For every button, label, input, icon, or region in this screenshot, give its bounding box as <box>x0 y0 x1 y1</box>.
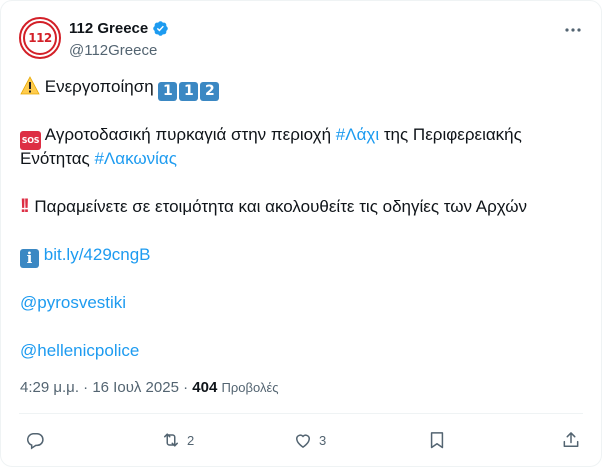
retweet-icon <box>164 433 178 447</box>
reply-icon <box>26 433 44 450</box>
tweet-card: 112 112 Greece @112Greece Ενεργοποίηση 1… <box>0 0 602 467</box>
warning-icon <box>20 76 40 95</box>
tweet-meta: 4:29 μ.μ. · 16 Ιουλ 2025 · 404 Προβολές <box>20 379 279 396</box>
bookmark-icon <box>430 432 444 449</box>
like-button[interactable]: 3 <box>293 430 326 450</box>
reply-button[interactable] <box>25 430 51 450</box>
divider <box>19 413 583 414</box>
keycap-1-icon: 1 <box>158 82 178 101</box>
avatar[interactable]: 112 <box>19 17 61 59</box>
author-name[interactable]: 112 Greece <box>69 20 148 37</box>
author-name-row: 112 Greece <box>69 20 169 37</box>
tweet-date[interactable]: 16 Ιουλ 2025 <box>92 379 179 396</box>
author-handle[interactable]: @112Greece <box>69 42 157 59</box>
more-options-icon[interactable] <box>563 20 583 40</box>
avatar-logo: 112 <box>23 21 57 55</box>
share-icon <box>563 432 579 447</box>
tweet-time[interactable]: 4:29 μ.μ. <box>20 379 79 396</box>
fire-text: Αγροτοδασική πυρκαγιά στην περιοχή <box>44 125 336 144</box>
mention-pyrosvestiki[interactable]: @pyrosvestiki <box>20 293 126 312</box>
heart-icon <box>295 434 311 448</box>
views-count: 404 <box>192 379 218 396</box>
tweet-line-mention-hellenicpolice: @hellenicpolice <box>20 339 139 363</box>
hashtag-lachi[interactable]: #Λάχι <box>336 125 379 144</box>
retweet-count: 2 <box>187 432 195 448</box>
meta-separator: · <box>178 379 193 396</box>
tweet-line-instructions: !! Παραμείνετε σε ετοιμότητα και ακολουθ… <box>20 195 527 219</box>
hashtag-lakonias[interactable]: #Λακωνίας <box>94 149 177 168</box>
verified-badge-icon <box>153 21 169 36</box>
tweet-line-region: Ενότητας #Λακωνίας <box>20 147 177 171</box>
retweet-button[interactable]: 2 <box>161 430 194 450</box>
mention-hellenicpolice[interactable]: @hellenicpolice <box>20 341 139 360</box>
instructions-text: Παραμείνετε σε ετοιμότητα και ακολουθείτ… <box>34 197 528 216</box>
views-label: Προβολές <box>221 380 279 395</box>
region-text: Ενότητας <box>20 149 95 168</box>
activation-text: Ενεργοποίηση <box>44 77 154 96</box>
like-count: 3 <box>319 432 327 448</box>
keycap-1-icon: 1 <box>179 82 199 101</box>
share-button[interactable] <box>561 430 581 450</box>
info-icon: i <box>20 249 39 268</box>
tweet-line-fire: SOS Αγροτοδασική πυρκαγιά στην περιοχή #… <box>20 123 522 150</box>
tweet-line-activation: Ενεργοποίηση 112 <box>20 75 221 101</box>
tweet-line-link: i bit.ly/429cngB <box>20 243 151 268</box>
double-exclamation-icon: !! <box>20 196 30 217</box>
tweet-line-mention-pyrosvestiki: @pyrosvestiki <box>20 291 126 315</box>
bookmark-button[interactable] <box>427 430 447 450</box>
meta-separator: · <box>78 379 93 396</box>
keycap-2-icon: 2 <box>200 82 220 101</box>
short-link[interactable]: bit.ly/429cngB <box>44 245 151 264</box>
fire-text-continued: της Περιφερειακής <box>379 125 522 144</box>
